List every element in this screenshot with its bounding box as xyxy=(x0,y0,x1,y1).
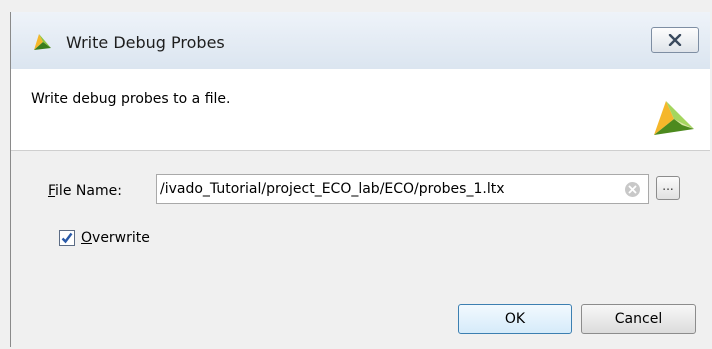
file-name-label-mnemonic: F xyxy=(48,183,56,199)
overwrite-label[interactable]: Overwrite xyxy=(81,230,150,246)
title-bar[interactable]: Write Debug Probes xyxy=(11,12,710,69)
close-icon xyxy=(668,34,682,46)
cancel-button[interactable]: Cancel xyxy=(581,304,696,334)
clear-icon[interactable] xyxy=(624,181,641,198)
file-name-input[interactable]: /ivado_Tutorial/project_ECO_lab/ECO/prob… xyxy=(156,174,649,204)
vivado-logo-icon xyxy=(654,101,694,135)
overwrite-label-text: verwrite xyxy=(92,230,150,246)
browse-button[interactable]: ... xyxy=(656,176,680,200)
file-name-label-text: ile Name: xyxy=(55,183,122,199)
overwrite-checkbox[interactable] xyxy=(59,230,75,246)
overwrite-label-mnemonic: O xyxy=(81,230,93,246)
dialog-title: Write Debug Probes xyxy=(66,33,225,52)
header-panel: Write debug probes to a file. xyxy=(11,69,710,151)
checkmark-icon xyxy=(61,232,73,244)
vivado-logo-icon xyxy=(34,34,51,50)
ok-button[interactable]: OK xyxy=(458,304,572,334)
write-debug-probes-dialog: Write Debug Probes Write debug probes to… xyxy=(10,12,710,347)
file-name-label: File Name: xyxy=(48,183,122,199)
dialog-description: Write debug probes to a file. xyxy=(31,91,231,107)
close-button[interactable] xyxy=(651,27,699,53)
